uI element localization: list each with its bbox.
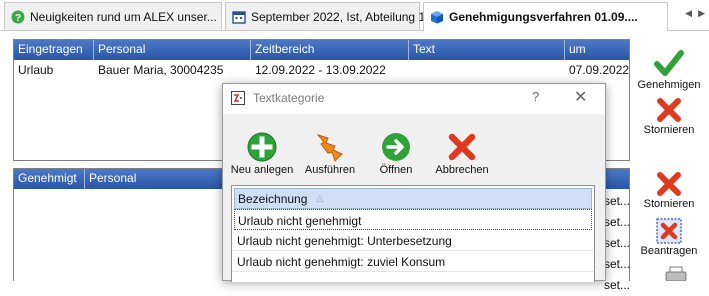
cell-personal: Bauer Maria, 30004235 [98,63,224,77]
cancel-label: Stornieren [643,124,695,136]
cell-truncated: set... [604,278,631,292]
cell-text [409,60,565,80]
new-label: Neu anlegen [230,164,294,176]
app-icon [231,91,245,105]
request-button[interactable]: Beantragen [634,218,704,257]
dialog-title: Textkategorie [253,91,325,105]
cancel-button-bottom[interactable]: Stornieren [634,171,704,210]
column-text[interactable]: Text [409,40,565,60]
cell-eingetragen: Urlaub [18,63,54,77]
list-item[interactable]: Urlaub nicht genehmigt [234,209,592,230]
tab-label: Genehmigungsverfahren 01.09.... [449,10,638,24]
tab-scroll-arrows: ◀ ▶ [685,8,705,19]
cell-truncated: set... [604,215,631,229]
printer-icon[interactable] [665,266,687,281]
tab-bar: ? Neuigkeiten rund um ALEX unser... Sept… [0,0,709,31]
request-label: Beantragen [640,245,698,257]
column-label: Bezeichnung [238,191,308,206]
cancel-button-top[interactable]: Stornieren [634,97,704,136]
cell-truncated: set... [604,257,631,271]
table-row[interactable]: Urlaub Bauer Maria, 30004235 12.09.2022 … [14,60,629,80]
column-genehmigt[interactable]: Genehmigt [14,169,85,189]
cross-icon [448,133,476,161]
help-icon[interactable]: ? [532,89,539,104]
open-button[interactable]: Öffnen [361,132,431,176]
cell-zeitbereich: 12.09.2022 - 13.09.2022 [255,63,386,77]
request-cross-icon [656,218,682,244]
list-item[interactable]: Urlaub nicht genehmigt: Unterbesetzung [232,230,594,251]
execute-button[interactable]: Ausführen [295,132,365,176]
tab-genehmigungsverfahren[interactable]: Genehmigungsverfahren 01.09.... [423,2,668,31]
scroll-left-icon[interactable]: ◀ [685,8,692,19]
cross-icon [657,172,681,196]
cancel-label: Stornieren [643,198,695,210]
column-bezeichnung[interactable]: Bezeichnung △ [234,188,592,209]
execute-label: Ausführen [304,164,356,176]
tab-september[interactable]: September 2022, Ist, Abteilung 1 [225,2,425,30]
dialog-titlebar: Textkategorie ? ✕ [223,84,605,114]
cube-icon [431,11,443,24]
textkategorie-dialog: Textkategorie ? ✕ Neu anlegen Ausführen … [222,83,606,282]
arrow-right-circle-icon [382,133,410,161]
open-label: Öffnen [379,164,413,176]
calendar-icon [232,10,246,24]
abort-button[interactable]: Abbrechen [427,132,497,176]
column-eingetragen[interactable]: Eingetragen [14,40,94,60]
scroll-right-icon[interactable]: ▶ [698,8,705,19]
lightning-arrow-icon [316,134,343,162]
column-zeitbereich[interactable]: Zeitbereich [251,40,409,60]
tab-label: Neuigkeiten rund um ALEX unser... [30,9,217,24]
svg-text:?: ? [15,13,21,24]
abort-label: Abbrechen [435,164,489,176]
plus-circle-icon [247,132,277,162]
cell-truncated: set... [604,236,631,250]
column-personal[interactable]: Personal [94,40,251,60]
grid-header: Eingetragen Personal Zeitbereich Text um [14,40,629,60]
approve-button[interactable]: Genehmigen [634,48,704,91]
checkmark-icon [654,50,684,76]
category-list: Bezeichnung △ Urlaub nicht genehmigt Url… [231,185,595,282]
close-icon[interactable]: ✕ [574,87,587,107]
cross-icon [657,98,681,122]
cell-um: 07.09.2022 [569,63,629,77]
cell-truncated: set... [604,194,631,208]
help-circle-icon: ? [11,10,25,24]
sort-asc-icon: △ [316,193,324,203]
truncated-cells: set... set... set... set... set... [604,191,630,296]
approve-label: Genehmigen [637,79,701,91]
tab-news[interactable]: ? Neuigkeiten rund um ALEX unser... [4,2,222,30]
list-item[interactable]: Urlaub nicht genehmigt: zuviel Konsum [232,251,594,272]
column-um[interactable]: um [565,40,629,60]
tab-label: September 2022, Ist, Abteilung 1 [251,9,426,24]
new-button[interactable]: Neu anlegen [227,132,297,176]
